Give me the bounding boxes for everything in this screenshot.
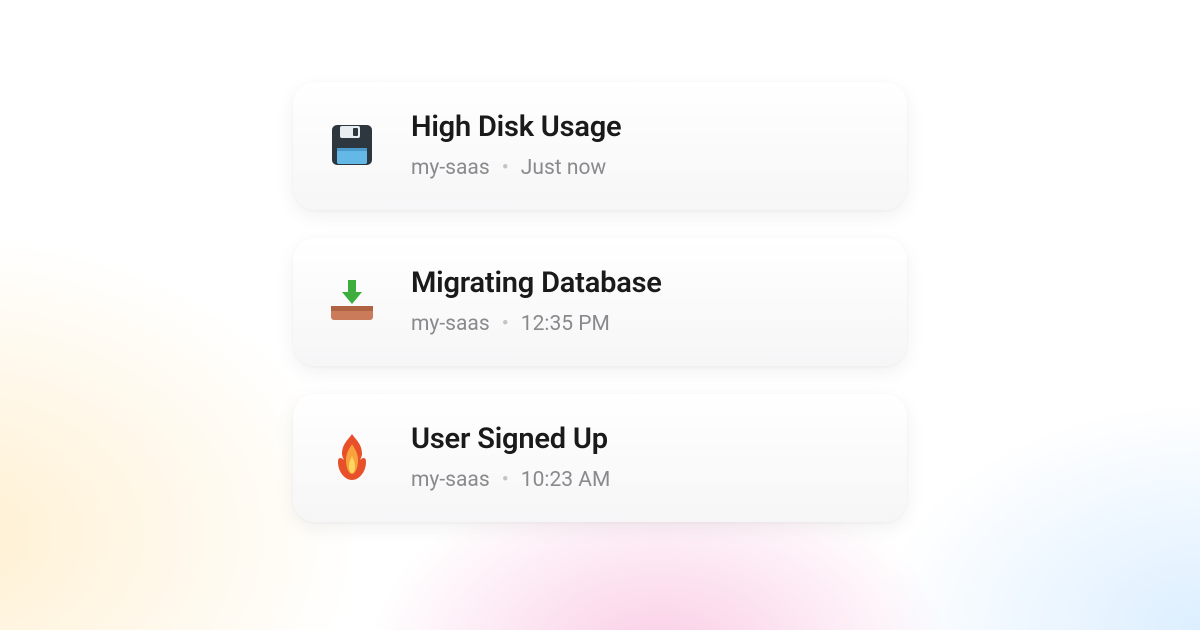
notification-project: my-saas	[411, 468, 490, 492]
notification-meta: my-saas • Just now	[411, 156, 621, 180]
notification-time: 12:35 PM	[521, 312, 610, 336]
notification-meta: my-saas • 10:23 AM	[411, 468, 610, 492]
notification-card[interactable]: User Signed Up my-saas • 10:23 AM	[293, 394, 907, 522]
inbox-download-icon	[323, 272, 381, 330]
meta-separator: •	[502, 468, 509, 492]
notification-card[interactable]: Migrating Database my-saas • 12:35 PM	[293, 238, 907, 366]
notification-title: High Disk Usage	[411, 110, 621, 144]
meta-separator: •	[502, 312, 509, 336]
notification-project: my-saas	[411, 156, 490, 180]
notification-time: Just now	[521, 156, 606, 180]
floppy-disk-icon	[323, 116, 381, 174]
meta-separator: •	[502, 156, 509, 180]
notification-body: Migrating Database my-saas • 12:35 PM	[411, 266, 662, 336]
notification-project: my-saas	[411, 312, 490, 336]
notification-body: High Disk Usage my-saas • Just now	[411, 110, 621, 180]
notification-body: User Signed Up my-saas • 10:23 AM	[411, 422, 610, 492]
notification-meta: my-saas • 12:35 PM	[411, 312, 662, 336]
notification-card[interactable]: High Disk Usage my-saas • Just now	[293, 82, 907, 210]
notification-title: User Signed Up	[411, 422, 610, 456]
fire-icon	[323, 428, 381, 486]
notification-title: Migrating Database	[411, 266, 662, 300]
notification-time: 10:23 AM	[521, 468, 611, 492]
notification-list: High Disk Usage my-saas • Just now Migra…	[0, 0, 1200, 522]
